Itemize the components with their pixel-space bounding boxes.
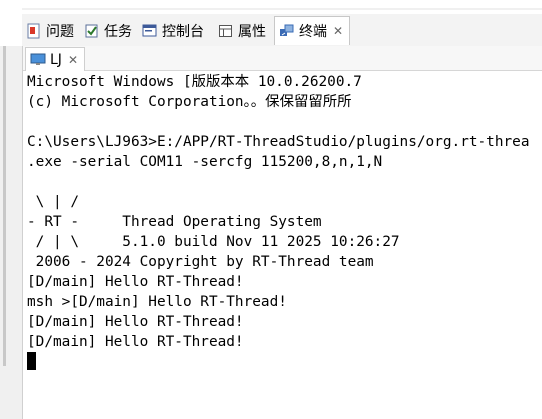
console-line: [D/main] Hello RT-Thread! <box>27 274 244 290</box>
tab-label: 终端 <box>299 24 327 40</box>
scrollbar[interactable] <box>3 46 6 366</box>
tasks-icon <box>84 23 100 39</box>
tab-label: 控制台 <box>162 24 204 40</box>
console-line: / | \ 5.1.0 build Nov 11 2025 10:26:27 <box>27 234 400 250</box>
divider <box>22 8 542 10</box>
console-line: (c) Microsoft Corporation。。保保留留所所 <box>27 94 352 110</box>
close-icon[interactable]: ✕ <box>333 24 343 38</box>
tab-tasks[interactable]: 任务 <box>84 20 132 42</box>
tab-label: 属性 <box>238 24 266 40</box>
console-line: [D/main] Hello RT-Thread! <box>27 314 244 330</box>
console-line: msh >[D/main] Hello RT-Thread! <box>27 294 287 310</box>
terminal-session-tab[interactable]: LJ ✕ <box>25 47 85 71</box>
cursor-line <box>27 352 542 372</box>
console-line: - RT - Thread Operating System <box>27 214 322 230</box>
console-line: Microsoft Windows [版版本本 10.0.26200.7 <box>27 74 362 90</box>
console-line: C:\Users\LJ963>E:/APP/RT-ThreadStudio/pl… <box>27 134 530 150</box>
terminal-session-label: LJ <box>50 51 62 68</box>
problems-icon <box>26 23 42 39</box>
close-icon[interactable]: ✕ <box>68 53 78 67</box>
tab-label: 任务 <box>104 24 132 40</box>
console-line: 2006 - 2024 Copyright by RT-Thread team <box>27 254 374 270</box>
monitor-icon <box>30 53 46 66</box>
tab-problems[interactable]: 问题 <box>26 20 74 42</box>
console-line: [D/main] Hello RT-Thread! <box>27 334 244 350</box>
console-line: .exe -serial COM11 -sercfg 115200,8,n,1,… <box>27 154 383 170</box>
tab-terminal[interactable]: 终端 ✕ <box>274 16 351 45</box>
top-strip <box>0 0 542 14</box>
tab-console[interactable]: 控制台 <box>142 20 204 42</box>
view-tab-bar: 问题 任务 控制台 属性 终端 ✕ <box>22 14 542 47</box>
properties-icon <box>218 23 234 39</box>
tab-label: 问题 <box>46 24 74 40</box>
terminal-icon <box>279 23 295 39</box>
console-icon <box>142 23 158 39</box>
tab-properties[interactable]: 属性 <box>218 20 266 42</box>
console-line: \ | / <box>27 194 79 210</box>
text-cursor <box>27 352 36 370</box>
left-gutter <box>0 46 22 419</box>
terminal-panel: LJ ✕ Microsoft Windows [版版本本 10.0.26200.… <box>22 46 542 419</box>
terminal-output[interactable]: Microsoft Windows [版版本本 10.0.26200.7 (c)… <box>27 72 542 412</box>
terminal-tab-bar: LJ ✕ <box>23 46 542 71</box>
